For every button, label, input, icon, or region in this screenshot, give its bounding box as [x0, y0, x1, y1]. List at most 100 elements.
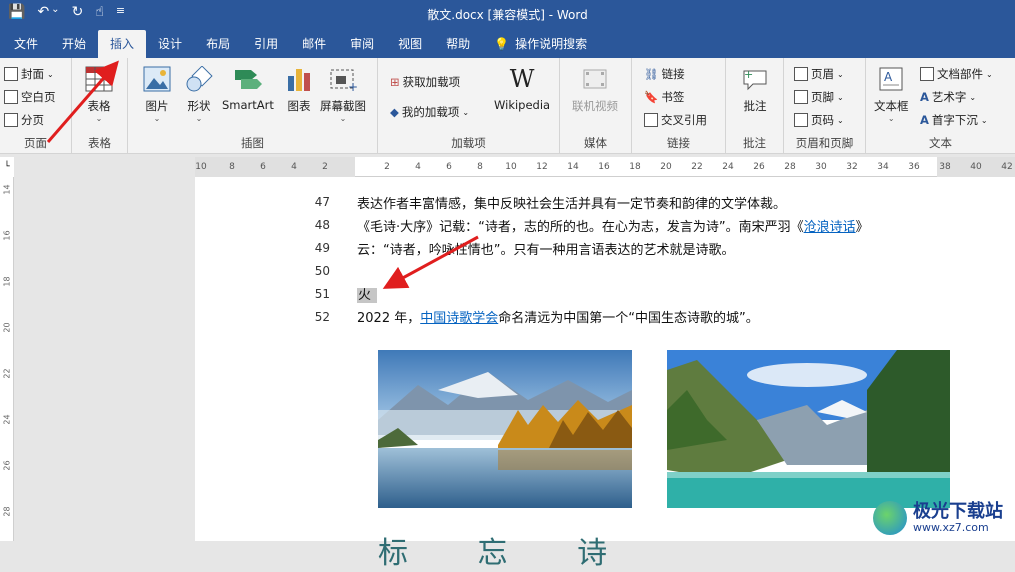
- line-number: 52: [314, 310, 330, 324]
- addins-icon: ◆: [390, 105, 399, 119]
- tab-review[interactable]: 审阅: [338, 30, 386, 58]
- my-addins-button[interactable]: ◆ 我的加载项 ⌄: [390, 104, 469, 120]
- document-line[interactable]: 《毛诗·大序》记载：“诗者，志的所的也。在心为志，发言为诗”。南宋严羽《沧浪诗话…: [357, 216, 869, 235]
- page-number-button[interactable]: 页码 ⌄: [794, 112, 844, 128]
- lake-autumn-image[interactable]: [378, 350, 632, 508]
- comment-label: 批注: [743, 99, 767, 113]
- get-addins-label: 获取加载项: [402, 75, 461, 89]
- tab-layout[interactable]: 布局: [194, 30, 242, 58]
- tab-insert[interactable]: 插入: [98, 30, 147, 58]
- text-box-icon: A: [876, 64, 906, 94]
- ruler-tick: 16: [598, 162, 610, 172]
- tab-home[interactable]: 开始: [50, 30, 98, 58]
- document-line[interactable]: 表达作者丰富情感，集中反映社会生活并具有一定节奏和韵律的文学体裁。: [357, 193, 786, 212]
- cover-page-button[interactable]: 封面 ⌄: [4, 66, 54, 82]
- chart-button[interactable]: 图表: [284, 64, 314, 114]
- ruler-tick: 26: [2, 460, 12, 471]
- watermark-url: www.xz7.com: [913, 520, 989, 534]
- online-video-button[interactable]: 联机视频: [572, 64, 618, 114]
- wikipedia-label: Wikipedia: [494, 98, 551, 112]
- header-button[interactable]: 页眉 ⌄: [794, 66, 844, 82]
- ruler-tick: 38: [939, 162, 951, 172]
- ruler-tick: 12: [536, 162, 548, 172]
- tab-file[interactable]: 文件: [2, 30, 50, 58]
- link-button[interactable]: ⛓ 链接: [644, 66, 685, 82]
- text-box-button[interactable]: A 文本框 ⌄: [874, 64, 909, 124]
- screenshot-button[interactable]: + 屏幕截图 ⌄: [320, 64, 366, 124]
- ruler-tick: 24: [2, 414, 12, 425]
- group-media-label: 媒体: [584, 136, 607, 150]
- tab-references[interactable]: 引用: [242, 30, 290, 58]
- hyperlink-china-poetry-society[interactable]: 中国诗歌学会: [420, 311, 498, 326]
- ruler-tick: 18: [629, 162, 641, 172]
- line-number: 51: [314, 287, 330, 301]
- ruler-tick: 28: [784, 162, 796, 172]
- document-line[interactable]: 2022 年，中国诗歌学会命名清远为中国第一个“中国生态诗歌的城”。: [357, 307, 759, 326]
- page-break-button[interactable]: 分页: [4, 112, 44, 128]
- selected-text[interactable]: 火: [357, 288, 378, 303]
- group-illustrations: 图片 ⌄ 形状 ⌄ SmartArt 图表 + 屏幕截图 ⌄ 插图: [128, 58, 378, 154]
- picture-label: 图片: [145, 99, 169, 113]
- ribbon-tabs: 文件 开始 插入 设计 布局 引用 邮件 审阅 视图 帮助 💡 操作说明搜索: [0, 28, 1015, 58]
- ruler-tick: 2: [384, 162, 390, 172]
- horizontal-ruler[interactable]: 10 8 6 4 2 2 4 6 8 10 12 14 16 18 20 22 24 26 28 30 32 34 36 38…: [195, 157, 1015, 177]
- lightbulb-icon: 💡: [494, 37, 510, 51]
- quick-parts-icon: [920, 67, 934, 81]
- header-label: 页眉: [811, 67, 834, 81]
- ruler-tick: 10: [195, 162, 207, 172]
- ruler-tick: 24: [722, 162, 734, 172]
- header-icon: [794, 67, 808, 81]
- group-illustrations-label: 插图: [241, 136, 264, 150]
- ruler-tick: 26: [753, 162, 765, 172]
- wikipedia-button[interactable]: W Wikipedia: [494, 64, 550, 112]
- document-line[interactable]: 云：“诗者，吟咏性情也”。只有一种用言语表达的艺术就是诗歌。: [357, 239, 734, 258]
- mountain-lake-image[interactable]: [667, 350, 950, 508]
- drop-cap-button[interactable]: A 首字下沉 ⌄: [920, 112, 988, 128]
- tab-selector[interactable]: └: [0, 157, 14, 177]
- ruler-tick: 8: [229, 162, 235, 172]
- ruler-tick: 14: [2, 184, 12, 195]
- group-media: 联机视频 媒体: [560, 58, 632, 154]
- ruler-tick: 18: [2, 276, 12, 287]
- tell-me-search[interactable]: 💡 操作说明搜索: [482, 30, 599, 58]
- group-tables-label: 表格: [88, 136, 111, 150]
- get-addins-button[interactable]: ⊞ 获取加载项: [390, 74, 460, 90]
- wordart-button[interactable]: A 艺术字 ⌄: [920, 89, 976, 105]
- tab-mailings[interactable]: 邮件: [290, 30, 338, 58]
- bar-chart-icon: [284, 64, 314, 94]
- group-text: A 文本框 ⌄ 文档部件 ⌄ A 艺术字 ⌄ A 首字下沉 ⌄ 文本: [866, 58, 1015, 154]
- line-number: 48: [314, 218, 330, 232]
- window-title: 散文.docx [兼容模式] - Word: [427, 8, 588, 22]
- new-comment-button[interactable]: + 批注: [740, 64, 770, 114]
- svg-text:+: +: [744, 68, 753, 81]
- blank-page-button[interactable]: 空白页: [4, 89, 56, 105]
- hyperlink-canglang-shihua[interactable]: 沧浪诗话: [804, 220, 856, 235]
- shapes-button[interactable]: 形状 ⌄: [184, 64, 214, 124]
- vertical-ruler[interactable]: 14 16 18 20 22 24 26 28: [0, 177, 14, 541]
- table-button[interactable]: 表格 ⌄: [84, 64, 114, 124]
- drop-cap-label: 首字下沉: [931, 113, 978, 127]
- picture-button[interactable]: 图片 ⌄: [142, 64, 172, 124]
- bookmark-button[interactable]: 🔖 书签: [644, 89, 684, 105]
- footer-button[interactable]: 页脚 ⌄: [794, 89, 844, 105]
- tab-help[interactable]: 帮助: [434, 30, 482, 58]
- drop-cap-icon: A: [920, 113, 929, 127]
- smartart-icon: [233, 64, 263, 94]
- footer-label: 页脚: [811, 90, 834, 104]
- line-number: 49: [314, 241, 330, 255]
- document-line[interactable]: 火: [357, 284, 378, 303]
- ruler-tick: 36: [908, 162, 920, 172]
- group-header-footer-label: 页眉和页脚: [795, 136, 854, 150]
- smartart-button[interactable]: SmartArt: [222, 64, 274, 112]
- tab-design[interactable]: 设计: [146, 30, 194, 58]
- screenshot-label: 屏幕截图: [320, 99, 366, 113]
- quick-parts-button[interactable]: 文档部件 ⌄: [920, 66, 993, 82]
- cross-reference-button[interactable]: 交叉引用: [644, 112, 707, 128]
- ruler-tick: 40: [970, 162, 982, 172]
- tab-view[interactable]: 视图: [386, 30, 434, 58]
- ribbon-insert: 封面 ⌄ 空白页 分页 页面 表格 ⌄ 表格 图片 ⌄ 形状 ⌄ SmartArt: [0, 58, 1015, 154]
- group-links-label: 链接: [667, 136, 690, 150]
- ruler-tick: 4: [415, 162, 421, 172]
- ruler-tick: 32: [846, 162, 858, 172]
- group-comments: + 批注 批注: [726, 58, 784, 154]
